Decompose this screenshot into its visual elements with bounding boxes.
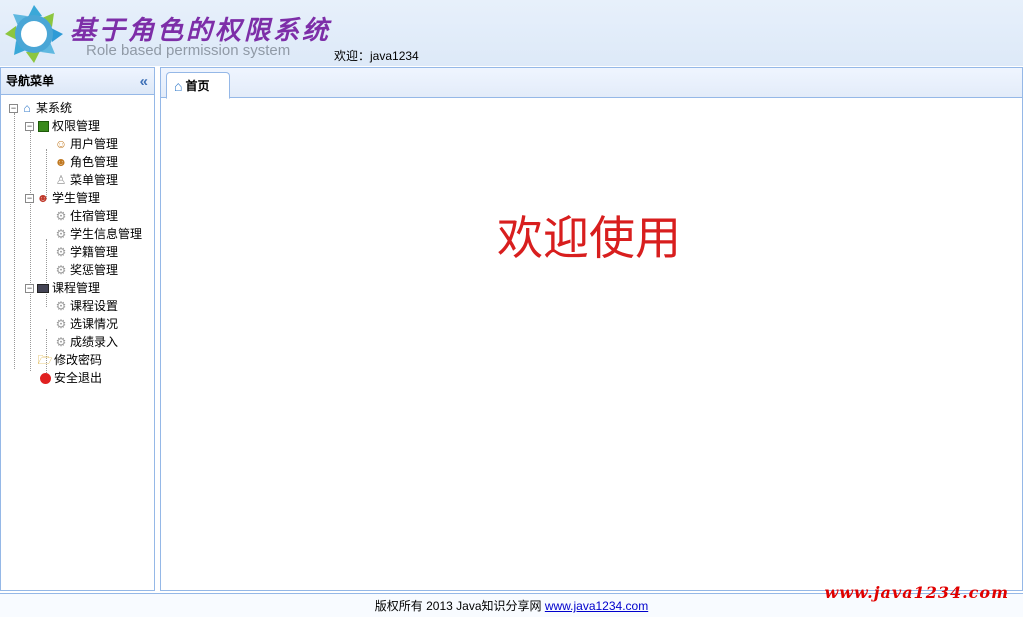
tree-node-label: 角色管理 [70,155,119,169]
collapse-toggle-icon[interactable]: − [25,283,34,293]
power-off-icon [37,370,53,386]
tree-node-student-management[interactable]: − ☻ 学生管理 [25,189,100,207]
tree-node-course-management[interactable]: − 课程管理 [25,279,100,297]
tree-node-label: 菜单管理 [70,173,119,187]
copyright-text: 版权所有 2013 Java知识分享网 [374,599,545,613]
key-folder-icon: 🗁 [37,353,53,367]
gear-icon: ⚙ [55,209,67,223]
navigation-panel-header: 导航菜单 « [1,68,154,95]
tree-node-permission-management[interactable]: − 权限管理 [25,117,100,135]
tree-node-label: 某系统 [36,101,73,115]
nav-tree: − ⌂ 某系统 − 权限管理 ☺ 用户管理 ☻ 角色管理 ♙ 菜单管理 − ☻ … [1,95,154,385]
double-chevron-left-icon[interactable]: « [140,68,148,95]
tree-node-dorm-management[interactable]: ⚙ 住宿管理 [53,207,118,225]
tree-node-label: 用户管理 [70,137,119,151]
collapse-toggle-icon[interactable]: − [25,193,34,203]
users-icon: ☻ [36,191,50,205]
tree-node-course-selection[interactable]: ⚙ 选课情况 [53,315,118,333]
gear-icon: ⚙ [55,317,67,331]
book-icon [35,118,51,134]
tree-node-label: 奖惩管理 [70,263,119,277]
monitor-icon [35,280,51,296]
tree-node-enrollment-management[interactable]: ⚙ 学籍管理 [53,243,118,261]
logo-icon [5,5,63,63]
tree-node-label: 学生信息管理 [70,227,143,241]
tree-node-student-info-management[interactable]: ⚙ 学生信息管理 [53,225,142,243]
tree-node-label: 学生管理 [52,191,101,205]
gear-icon: ⚙ [55,227,67,241]
navigation-panel: 导航菜单 « − ⌂ 某系统 − 权限管理 ☺ 用户管理 ☻ 角色管理 ♙ 菜单… [0,67,155,591]
tab-label: 首页 [185,79,210,93]
tree-node-grade-entry[interactable]: ⚙ 成绩录入 [53,333,118,351]
gear-icon: ⚙ [55,335,67,349]
sitemap-icon: ♙ [55,173,67,187]
watermark: www.java1234.com [824,583,1009,602]
gear-icon: ⚙ [55,299,67,313]
collapse-toggle-icon[interactable]: − [25,121,34,131]
home-icon: ⌂ [174,77,183,94]
tree-node-menu-management[interactable]: ♙ 菜单管理 [53,171,118,189]
tree-node-logout[interactable]: 安全退出 [37,369,102,387]
tree-node-label: 住宿管理 [70,209,119,223]
tree-line [14,113,15,369]
users-icon: ☻ [54,155,68,169]
app-subtitle: Role based permission system [86,42,291,59]
tree-node-label: 权限管理 [52,119,101,133]
tree-node-change-password[interactable]: 🗁 修改密码 [37,351,102,369]
tree-line [30,131,31,371]
tabs-bar: ⌂ 首页 [161,68,1022,99]
home-icon: ⌂ [23,101,31,115]
footer-link[interactable]: www.java1234.com [545,599,648,613]
navigation-panel-title: 导航菜单 [6,74,55,88]
tree-node-course-settings[interactable]: ⚙ 课程设置 [53,297,118,315]
header: 基于角色的权限系统 Role based permission system 欢… [0,0,1023,66]
tree-node-label: 课程管理 [52,281,101,295]
gear-icon: ⚙ [55,245,67,259]
tree-node-label: 学籍管理 [70,245,119,259]
main-content: ⌂ 首页 欢迎使用 [160,67,1023,591]
welcome-heading: 欢迎使用 [497,212,681,264]
collapse-toggle-icon[interactable]: − [9,103,18,113]
tree-node-label: 选课情况 [70,317,119,331]
welcome-user: 欢迎：java1234 [334,49,419,63]
tree-node-label: 课程设置 [70,299,119,313]
tree-node-root[interactable]: − ⌂ 某系统 [9,99,72,117]
tab-home[interactable]: ⌂ 首页 [166,72,230,99]
tree-node-label: 成绩录入 [70,335,119,349]
tree-node-role-management[interactable]: ☻ 角色管理 [53,153,118,171]
tree-node-user-management[interactable]: ☺ 用户管理 [53,135,118,153]
tree-node-reward-management[interactable]: ⚙ 奖惩管理 [53,261,118,279]
user-icon: ☺ [54,137,68,151]
tree-node-label: 修改密码 [54,353,103,367]
gear-icon: ⚙ [55,263,67,277]
app-window: 基于角色的权限系统 Role based permission system 欢… [0,0,1023,617]
tree-node-label: 安全退出 [54,371,103,385]
